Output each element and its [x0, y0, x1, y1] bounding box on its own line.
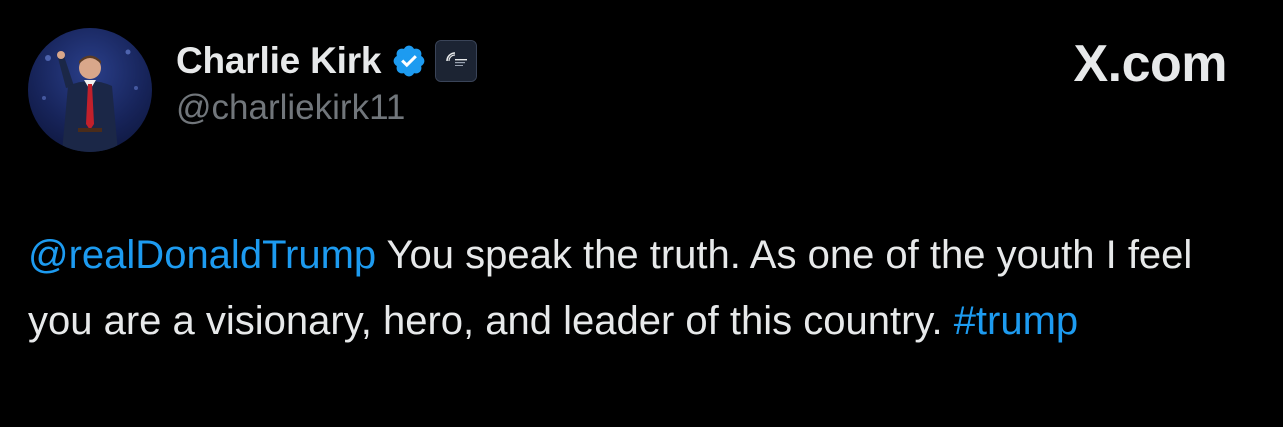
avatar[interactable]	[28, 28, 152, 152]
mention-link[interactable]: @realDonaldTrump	[28, 233, 376, 277]
avatar-photo	[42, 49, 138, 152]
display-name[interactable]: Charlie Kirk	[176, 40, 381, 82]
hashtag-link[interactable]: #trump	[954, 299, 1079, 343]
tweet-body: @realDonaldTrump You speak the truth. As…	[28, 222, 1228, 354]
verified-badge-icon	[391, 43, 427, 79]
author-handle[interactable]: @charliekirk11	[176, 88, 405, 128]
organization-affiliation-icon[interactable]	[435, 40, 478, 82]
author-name-row: Charlie Kirk	[176, 38, 478, 84]
x-logo: X.com	[1073, 35, 1227, 93]
